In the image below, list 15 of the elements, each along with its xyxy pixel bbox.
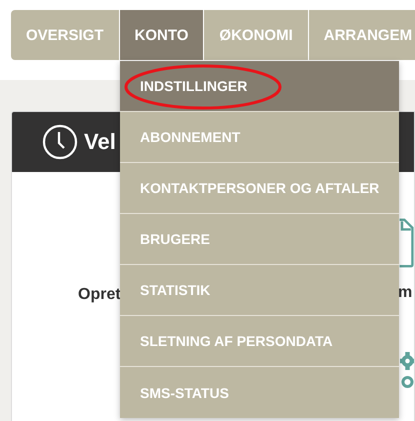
menu-item[interactable]: SLETNING AF PERSONDATA <box>120 316 399 367</box>
menu-item[interactable]: STATISTIK <box>120 265 399 316</box>
clock-icon <box>42 124 78 160</box>
nav-tab[interactable]: ØKONOMI <box>204 10 309 60</box>
nav-tab[interactable]: OVERSIGT <box>11 10 120 60</box>
nav-tab[interactable]: KONTO <box>120 10 204 60</box>
menu-item[interactable]: SMS-STATUS <box>120 367 399 418</box>
card-label: Opret <box>78 286 121 305</box>
menu-item[interactable]: ABONNEMENT <box>120 112 399 163</box>
card-label: m <box>398 284 412 302</box>
card-title: Vel <box>84 129 116 155</box>
menu-item[interactable]: KONTAKTPERSONER OG AFTALER <box>120 163 399 214</box>
nav-tab[interactable]: ARRANGEM <box>308 10 415 60</box>
menu-item[interactable]: INDSTILLINGER <box>120 61 399 112</box>
menu-item[interactable]: BRUGERE <box>120 214 399 265</box>
